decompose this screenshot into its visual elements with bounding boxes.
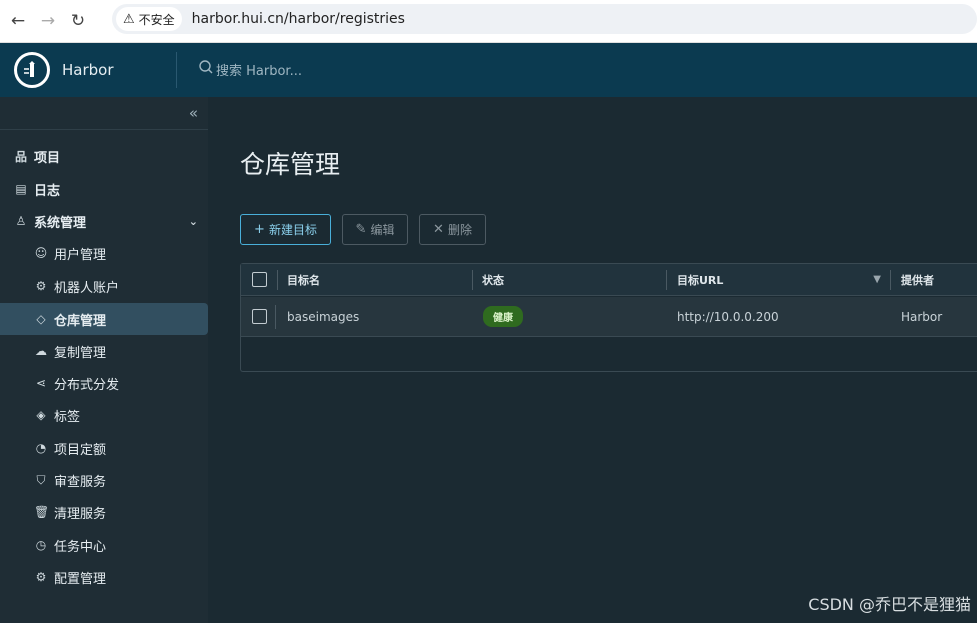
sidebar-item-label: 日志 [34, 183, 61, 199]
delete-button[interactable]: ✕ 删除 [419, 214, 486, 245]
watermark: CSDN @乔巴不是狸猫 [808, 595, 971, 614]
filter-icon[interactable]: ▼ [873, 274, 881, 285]
column-header-status[interactable]: 状态 [482, 264, 504, 295]
endpoint-provider: Harbor [901, 309, 943, 324]
search-input[interactable]: 搜索 Harbor... [216, 60, 302, 79]
sidebar-item-distributions[interactable]: ⋖ 分布式分发 [0, 367, 208, 399]
insecure-label: 不安全 [138, 12, 175, 27]
column-header-provider[interactable]: 提供者 [901, 264, 934, 295]
pencil-icon: ✎ [355, 222, 367, 237]
sidebar-item-label: 机器人账户 [54, 280, 120, 296]
gear-icon: ⚙ [35, 570, 47, 584]
sidebar-item-labels[interactable]: ◈ 标签 [0, 399, 208, 431]
row-checkbox[interactable] [252, 309, 267, 324]
share-icon: ⋖ [35, 376, 47, 390]
close-icon: ✕ [433, 222, 444, 237]
logs-icon: ▤ [15, 182, 27, 196]
row-select-cell [252, 297, 267, 336]
status-cell: 健康 [483, 297, 523, 336]
plus-icon: + [254, 222, 265, 237]
column-separator[interactable] [890, 270, 891, 290]
browser-toolbar: ← → ↻ ⚠ 不安全 harbor.hui.cn/harbor/registr… [0, 0, 977, 43]
warning-icon: ⚠ [123, 11, 135, 27]
sidebar-item-projects[interactable]: 品 项目 [0, 140, 208, 172]
delete-label: 删除 [447, 223, 472, 237]
dashboard-icon: ◔ [35, 441, 47, 455]
reload-icon[interactable]: ↻ [66, 9, 90, 33]
column-header-url-label: 目标URL [677, 273, 724, 287]
sidebar-item-label: 项目定额 [54, 442, 107, 458]
column-separator[interactable] [277, 270, 278, 290]
users-icon: ☺ [34, 246, 48, 260]
sidebar-item-administration[interactable]: ♙ 系统管理 ⌄ [0, 205, 208, 237]
row-separator [275, 305, 276, 329]
header-divider [176, 52, 177, 88]
harbor-logo-icon[interactable] [14, 52, 50, 88]
endpoint-url: http://10.0.0.200 [677, 309, 779, 324]
select-all-checkbox[interactable] [252, 272, 267, 287]
registries-table: 目标名 状态 目标URL ▼ 提供者 baseimages 健康 http://… [240, 263, 977, 372]
edit-button[interactable]: ✎ 编辑 [342, 214, 408, 245]
sidebar-item-registries[interactable]: ◇ 仓库管理 [0, 303, 208, 335]
page-title: 仓库管理 [240, 150, 341, 179]
tag-icon: ◈ [36, 408, 46, 422]
sidebar-item-label: 清理服务 [54, 506, 107, 522]
sidebar-item-label: 用户管理 [54, 247, 107, 263]
status-badge: 健康 [483, 306, 523, 327]
sidebar-item-label: 系统管理 [34, 215, 87, 231]
edit-label: 编辑 [370, 223, 395, 237]
endpoint-name[interactable]: baseimages [287, 297, 359, 336]
sidebar-item-robot-accounts[interactable]: ⚙ 机器人账户 [0, 270, 208, 302]
sidebar-item-interrogation-services[interactable]: ⛉ 审查服务 [0, 464, 208, 496]
admin-icon: ♙ [15, 214, 27, 228]
sidebar-item-users[interactable]: ☺ 用户管理 [0, 237, 208, 269]
sidebar-item-label: 分布式分发 [54, 377, 120, 393]
main-content: 仓库管理 + 新建目标 ✎ 编辑 ✕ 删除 目标名 状态 目标URL ▼ 提供者 [208, 97, 977, 623]
sidebar-item-replications[interactable]: ☁ 复制管理 [0, 335, 208, 367]
sidebar-item-logs[interactable]: ▤ 日志 [0, 173, 208, 205]
sidebar-item-label: 项目 [34, 150, 61, 166]
shield-icon: ⛉ [36, 472, 46, 487]
sidebar-item-clean-up[interactable]: 🗑 清理服务 [0, 496, 208, 528]
column-header-name[interactable]: 目标名 [287, 264, 320, 295]
security-indicator[interactable]: ⚠ 不安全 [116, 7, 182, 31]
global-search[interactable]: 搜索 Harbor... [198, 59, 302, 79]
column-separator[interactable] [472, 270, 473, 290]
search-icon [198, 59, 214, 79]
table-row[interactable]: baseimages 健康 http://10.0.0.200 Harbor [241, 297, 977, 337]
sidebar-item-project-quotas[interactable]: ◔ 项目定额 [0, 432, 208, 464]
table-header: 目标名 状态 目标URL ▼ 提供者 [241, 264, 977, 296]
trash-icon: 🗑 [34, 505, 50, 519]
column-separator[interactable] [666, 270, 667, 290]
sidebar-collapse-row: « [0, 97, 208, 130]
robot-icon: ⚙ [35, 279, 47, 293]
url-text[interactable]: harbor.hui.cn/harbor/registries [192, 11, 405, 27]
sidebar: « 品 项目 ▤ 日志 ♙ 系统管理 ⌄ ☺ 用户管理 ⚙ 机器人账户 ◇ 仓库… [0, 97, 208, 623]
cloud-icon: ☁ [35, 344, 47, 358]
sidebar-item-label: 标签 [54, 409, 81, 425]
projects-icon: 品 [14, 149, 27, 164]
chevron-down-icon[interactable]: ⌄ [189, 215, 198, 228]
new-endpoint-button[interactable]: + 新建目标 [240, 214, 331, 245]
sidebar-item-configuration[interactable]: ⚙ 配置管理 [0, 561, 208, 593]
registry-icon: ◇ [36, 312, 46, 326]
app-title[interactable]: Harbor [62, 61, 114, 79]
sidebar-item-label: 复制管理 [54, 345, 107, 361]
sidebar-item-label: 配置管理 [54, 571, 107, 587]
arrow-right-icon[interactable]: → [36, 9, 60, 33]
column-header-url[interactable]: 目标URL ▼ [677, 264, 881, 295]
sidebar-item-job-service[interactable]: ◷ 任务中心 [0, 529, 208, 561]
new-endpoint-label: 新建目标 [268, 223, 317, 237]
double-chevron-left-icon[interactable]: « [189, 104, 198, 122]
app-header: Harbor 搜索 Harbor... [0, 43, 977, 97]
sidebar-item-label: 任务中心 [54, 539, 107, 555]
address-bar[interactable]: ⚠ 不安全 harbor.hui.cn/harbor/registries [112, 4, 977, 34]
gauge-icon: ◷ [35, 538, 47, 552]
sidebar-item-label: 仓库管理 [54, 313, 107, 329]
select-all-cell [252, 264, 267, 295]
sidebar-item-label: 审查服务 [54, 474, 107, 490]
arrow-left-icon[interactable]: ← [6, 9, 30, 33]
